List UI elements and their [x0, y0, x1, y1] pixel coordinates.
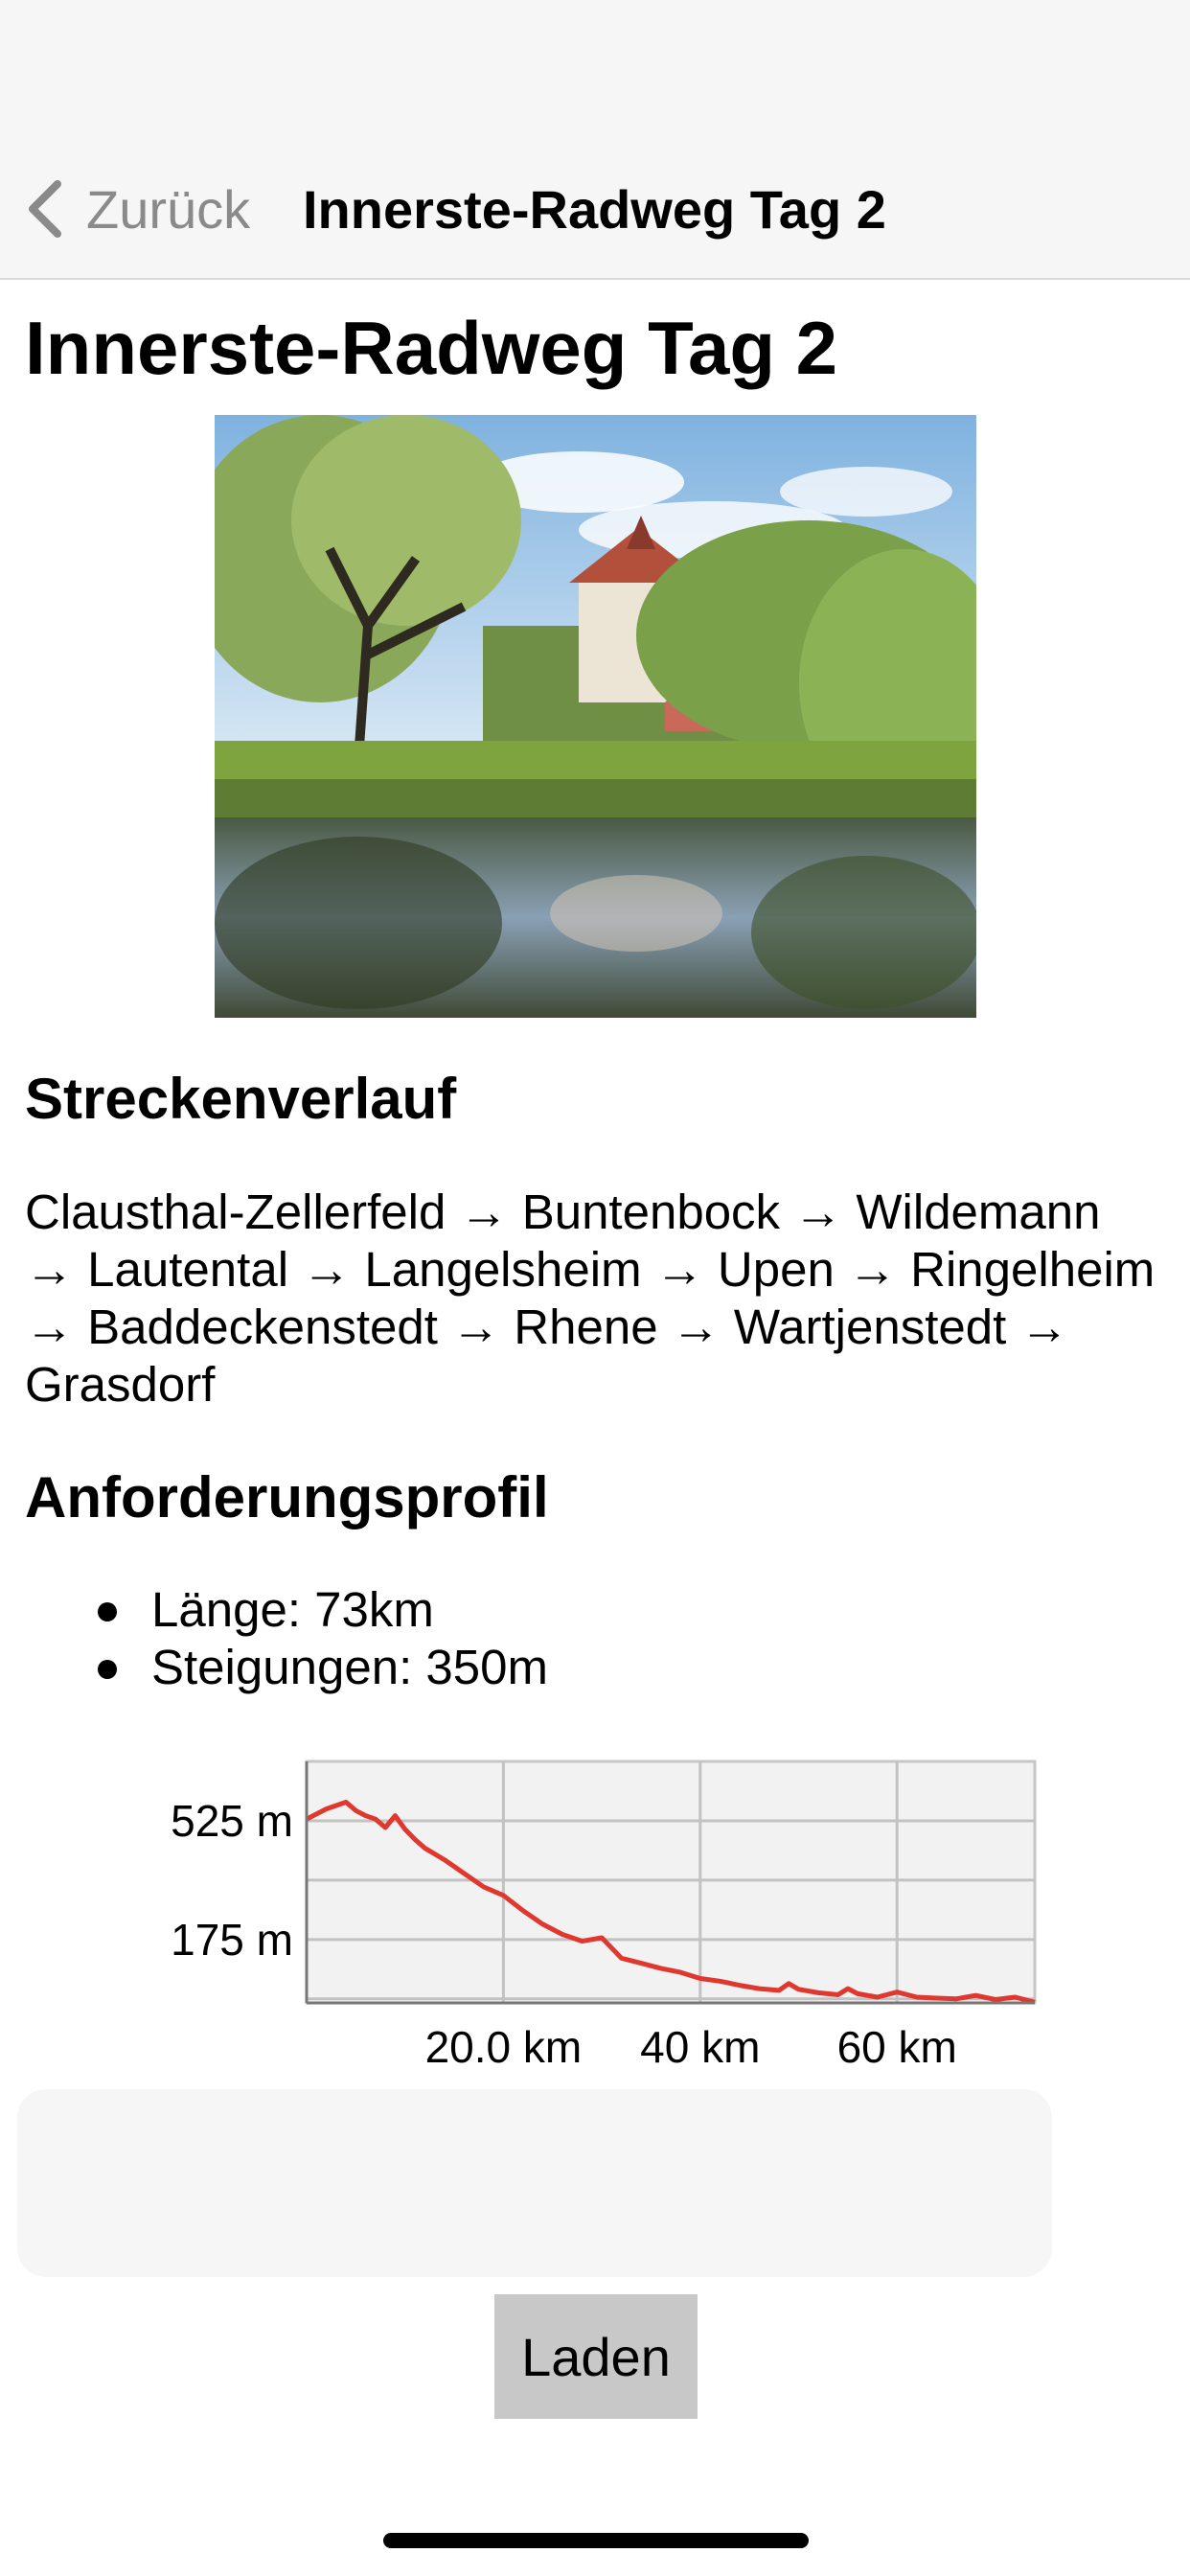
requirement-climb: Steigungen: 350m	[151, 1640, 548, 1694]
load-button[interactable]: Laden	[494, 2294, 698, 2419]
list-item: Steigungen: 350m	[25, 1639, 548, 1696]
page-title: Innerste-Radweg Tag 2	[25, 306, 838, 390]
bullet-icon	[98, 1602, 117, 1622]
navigation-bar: Zurück Innerste-Radweg Tag 2	[0, 0, 1190, 280]
requirements-list: Länge: 73km Steigungen: 350m	[25, 1581, 548, 1696]
y-tick-label: 525 m	[171, 1796, 293, 1846]
list-item: Länge: 73km	[25, 1581, 548, 1639]
x-tick-label: 40 km	[640, 2022, 760, 2066]
bullet-icon	[98, 1660, 117, 1679]
requirement-length: Länge: 73km	[151, 1582, 434, 1637]
requirements-heading: Anforderungsprofil	[25, 1465, 549, 1530]
elevation-chart: 525 m 175 m 20.0 km 40 km 60 km	[171, 1760, 1037, 2066]
home-indicator	[383, 2533, 809, 2548]
y-tick-label: 175 m	[171, 1915, 293, 1965]
hero-image	[215, 415, 976, 1018]
back-label: Zurück	[86, 178, 251, 240]
back-button[interactable]: Zurück	[23, 171, 250, 247]
nav-title: Innerste-Radweg Tag 2	[303, 179, 886, 240]
x-tick-label: 60 km	[837, 2022, 957, 2066]
y-axis-labels: 525 m 175 m	[171, 1796, 293, 1965]
x-axis-labels: 20.0 km 40 km 60 km	[425, 2022, 957, 2066]
plot-area	[305, 1760, 1037, 2005]
blurred-content	[17, 2089, 1052, 2277]
route-text: Clausthal-Zellerfeld → Buntenbock → Wild…	[25, 1184, 1156, 1412]
chevron-left-icon	[29, 180, 61, 238]
route-heading: Streckenverlauf	[25, 1067, 457, 1131]
x-tick-label: 20.0 km	[425, 2022, 583, 2066]
